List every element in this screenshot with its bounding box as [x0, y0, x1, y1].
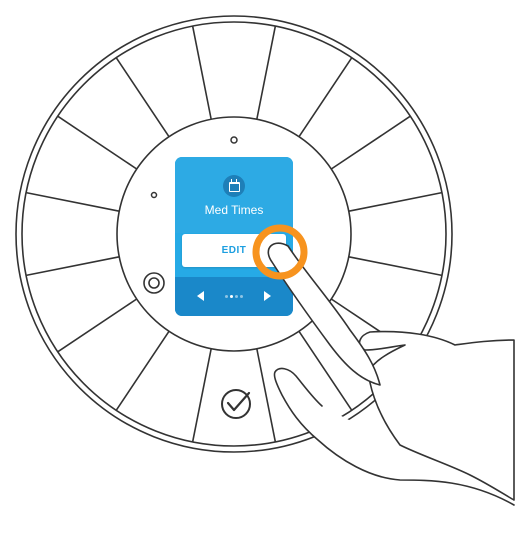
index-finger: [267, 242, 381, 386]
hands-illustration: [252, 224, 515, 506]
